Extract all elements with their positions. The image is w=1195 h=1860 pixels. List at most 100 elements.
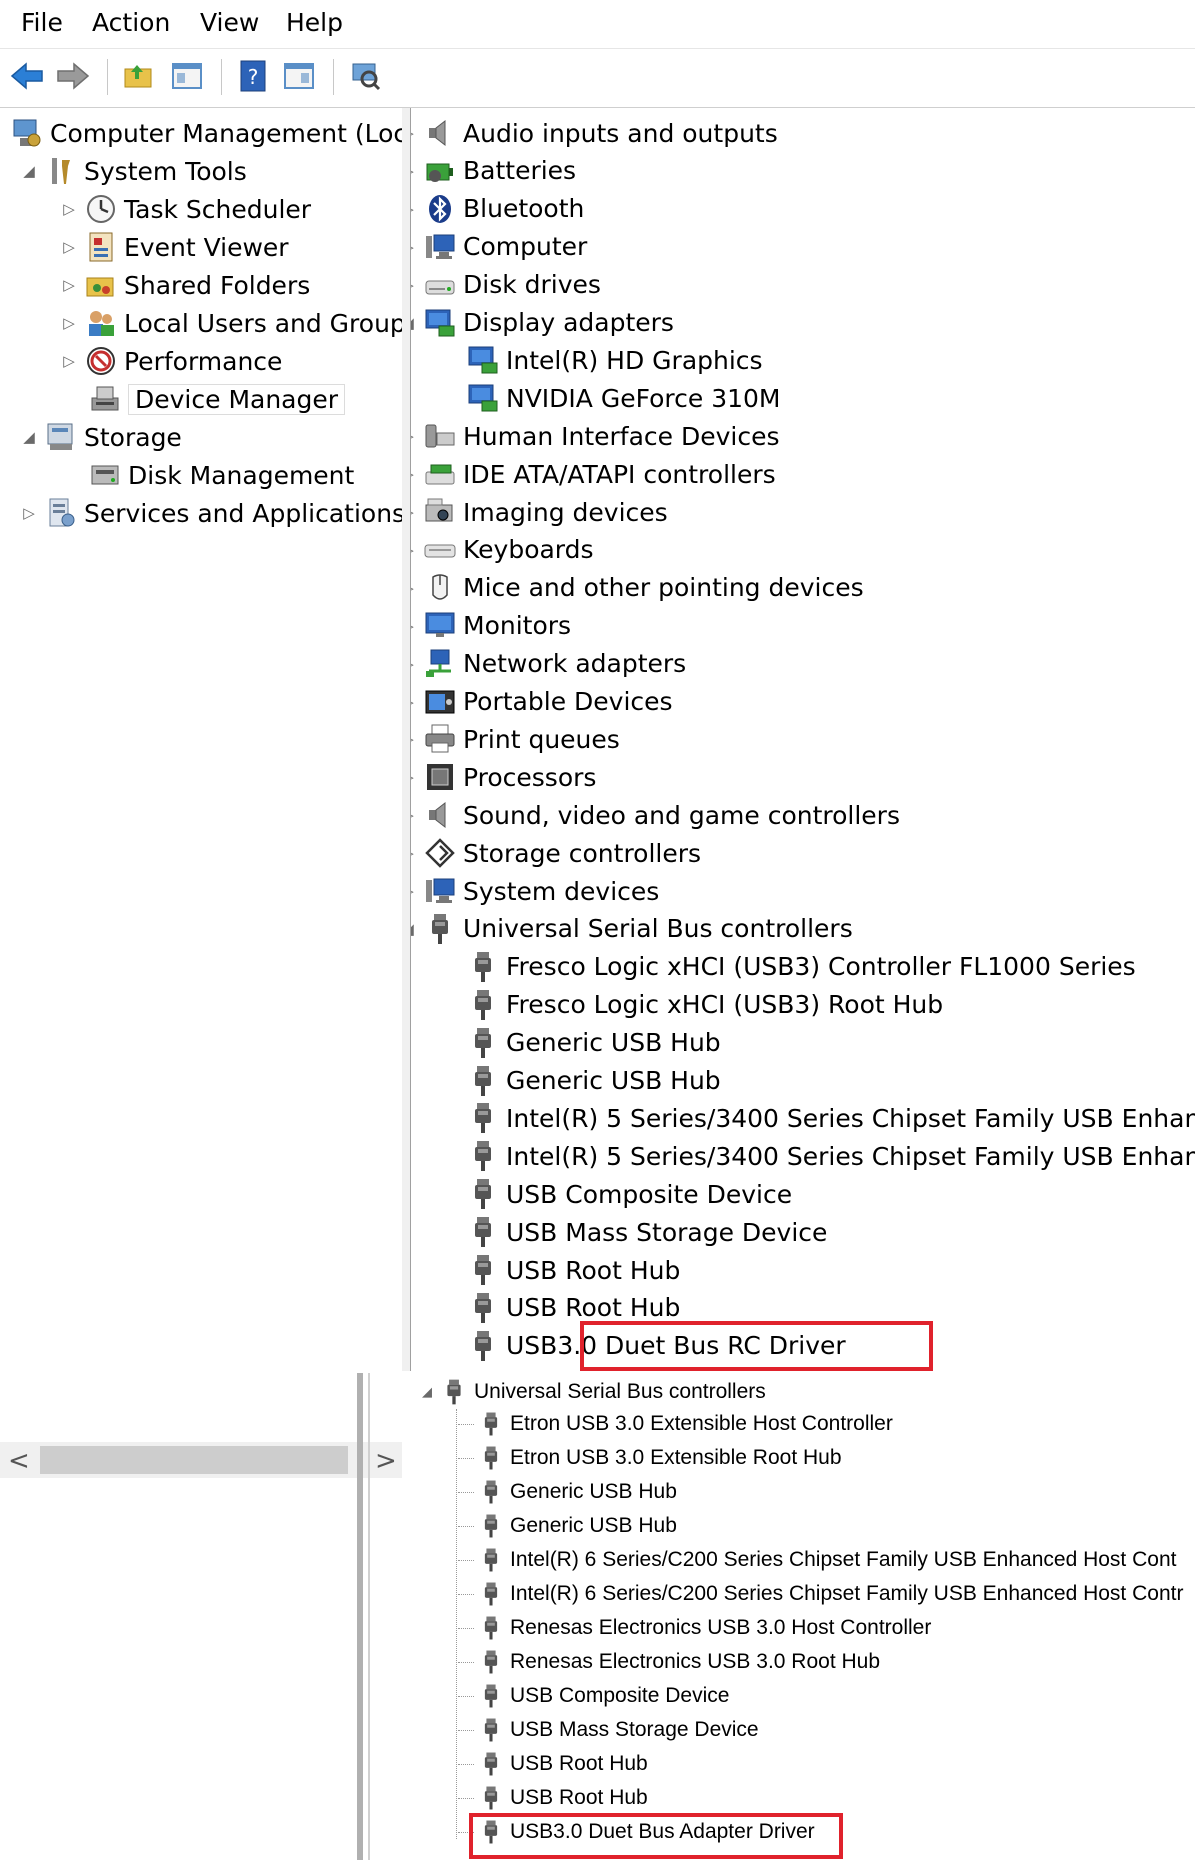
expand-arrow-icon[interactable]: ▷ — [411, 276, 419, 294]
expand-arrow-icon[interactable]: ▷ — [58, 238, 80, 256]
expand-arrow-icon[interactable]: ▷ — [411, 844, 419, 862]
expand-arrow-icon[interactable]: ▷ — [58, 276, 80, 294]
device-item-usb-mass-storage-device[interactable]: USB Mass Storage Device — [440, 1213, 827, 1251]
usb-device-item[interactable]: USB Root Hub — [458, 1781, 648, 1815]
tree-item-shared-folders[interactable]: ▷ Shared Folders — [58, 266, 310, 304]
device-item-audio-inputs-and-outputs[interactable]: ▷ Audio inputs and outputs — [411, 114, 778, 152]
expand-arrow-icon[interactable]: ▷ — [411, 427, 419, 445]
expand-arrow-icon[interactable]: ▷ — [411, 693, 419, 711]
expand-arrow-icon[interactable]: ▷ — [18, 504, 40, 522]
up-one-level-button[interactable] — [120, 57, 158, 95]
device-item-intel-r-hd-graphics[interactable]: Intel(R) HD Graphics — [440, 341, 763, 379]
tree-connector — [458, 1559, 474, 1561]
pane-splitter[interactable] — [402, 108, 411, 1371]
device-item-ide-ata-atapi-controllers[interactable]: ▷ IDE ATA/ATAPI controllers — [411, 455, 776, 493]
menu-view[interactable]: View — [200, 8, 259, 37]
device-item-generic-usb-hub[interactable]: Generic USB Hub — [440, 1062, 721, 1100]
tree-item-computer-management[interactable]: Computer Management (Local — [6, 114, 429, 152]
back-button[interactable] — [8, 57, 46, 95]
tree-item-services-applications[interactable]: ▷ Services and Applications — [18, 494, 405, 532]
scan-hardware-button[interactable] — [346, 57, 384, 95]
tree-item-local-users-groups[interactable]: ▷ Local Users and Groups — [58, 304, 419, 342]
forward-button[interactable] — [54, 57, 92, 95]
device-item-portable-devices[interactable]: ▷ Portable Devices — [411, 683, 673, 721]
collapse-arrow-icon[interactable]: ◢ — [18, 428, 40, 446]
device-item-mice-and-other-pointing-devices[interactable]: ▷ Mice and other pointing devices — [411, 569, 864, 607]
device-item-usb-root-hub[interactable]: USB Root Hub — [440, 1251, 680, 1289]
expand-arrow-icon[interactable]: ▷ — [411, 806, 419, 824]
usb-device-item[interactable]: Etron USB 3.0 Extensible Root Hub — [458, 1441, 842, 1475]
expand-arrow-icon[interactable]: ▷ — [411, 730, 419, 748]
expand-arrow-icon[interactable]: ▷ — [58, 314, 80, 332]
usb-device-item[interactable]: Intel(R) 6 Series/C200 Series Chipset Fa… — [458, 1543, 1176, 1577]
tree-item-task-scheduler[interactable]: ▷ Task Scheduler — [58, 190, 311, 228]
collapse-arrow-icon[interactable]: ◢ — [416, 1384, 438, 1400]
menu-action[interactable]: Action — [92, 8, 170, 37]
device-item-sound-video-and-game-controllers[interactable]: ▷ Sound, video and game controllers — [411, 796, 900, 834]
usb-device-item[interactable]: Intel(R) 6 Series/C200 Series Chipset Fa… — [458, 1577, 1183, 1611]
device-item-fresco-logic-xhci-usb3-controller-fl1000-series[interactable]: Fresco Logic xHCI (USB3) Controller FL10… — [440, 948, 1136, 986]
device-item-generic-usb-hub[interactable]: Generic USB Hub — [440, 1024, 721, 1062]
device-item-system-devices[interactable]: ▷ System devices — [411, 872, 659, 910]
device-item-network-adapters[interactable]: ▷ Network adapters — [411, 645, 686, 683]
help-button[interactable]: ? — [234, 57, 272, 95]
device-item-intel-r-5-series-3400-series-chipset-family-usb-enhanc[interactable]: Intel(R) 5 Series/3400 Series Chipset Fa… — [440, 1137, 1195, 1175]
usb-device-item[interactable]: USB Mass Storage Device — [458, 1713, 759, 1747]
tree-item-system-tools[interactable]: ◢ System Tools — [18, 152, 247, 190]
expand-arrow-icon[interactable]: ▷ — [411, 617, 419, 635]
device-item-human-interface-devices[interactable]: ▷ Human Interface Devices — [411, 417, 780, 455]
device-item-label: System devices — [463, 876, 660, 906]
expand-arrow-icon[interactable]: ▷ — [411, 503, 419, 521]
device-item-bluetooth[interactable]: ▷ Bluetooth — [411, 190, 584, 228]
expand-arrow-icon[interactable]: ▷ — [411, 200, 419, 218]
device-item-usb-composite-device[interactable]: USB Composite Device — [440, 1175, 792, 1213]
expand-arrow-icon[interactable]: ▷ — [58, 200, 80, 218]
usb-device-item[interactable]: USB Composite Device — [458, 1679, 729, 1713]
usb-device-item[interactable]: Generic USB Hub — [458, 1475, 677, 1509]
usb-device-item[interactable]: USB Root Hub — [458, 1747, 648, 1781]
expand-arrow-icon[interactable]: ▷ — [411, 238, 419, 256]
menu-help[interactable]: Help — [286, 8, 343, 37]
tree-item-event-viewer[interactable]: ▷ Event Viewer — [58, 228, 289, 266]
device-item-computer[interactable]: ▷ Computer — [411, 228, 587, 266]
hid-icon — [425, 424, 455, 448]
expand-arrow-icon[interactable]: ▷ — [411, 162, 419, 180]
expand-arrow-icon[interactable]: ▷ — [411, 655, 419, 673]
show-hide-action-pane-button[interactable] — [280, 57, 318, 95]
usb-device-item[interactable]: Renesas Electronics USB 3.0 Host Control… — [458, 1611, 931, 1645]
device-item-universal-serial-bus-controllers[interactable]: ◢ Universal Serial Bus controllers — [416, 1375, 766, 1409]
collapse-arrow-icon[interactable]: ◢ — [411, 920, 419, 938]
expand-arrow-icon[interactable]: ▷ — [411, 882, 419, 900]
expand-arrow-icon[interactable]: ▷ — [411, 768, 419, 786]
collapse-arrow-icon[interactable]: ◢ — [411, 314, 419, 332]
expand-arrow-icon[interactable]: ▷ — [411, 541, 419, 559]
expand-arrow-icon[interactable]: ▷ — [58, 352, 80, 370]
device-item-monitors[interactable]: ▷ Monitors — [411, 607, 571, 645]
usb-device-item[interactable]: Etron USB 3.0 Extensible Host Controller — [458, 1407, 893, 1441]
device-item-nvidia-geforce-310m[interactable]: NVIDIA GeForce 310M — [440, 379, 780, 417]
tree-item-device-manager[interactable]: Device Manager — [84, 380, 346, 418]
tree-item-disk-management[interactable]: Disk Management — [84, 456, 354, 494]
usb-icon — [475, 1255, 491, 1285]
usb-device-item[interactable]: Renesas Electronics USB 3.0 Root Hub — [458, 1645, 880, 1679]
device-item-keyboards[interactable]: ▷ Keyboards — [411, 531, 594, 569]
show-hide-console-tree-button[interactable] — [168, 57, 206, 95]
collapse-arrow-icon[interactable]: ◢ — [18, 162, 40, 180]
device-item-batteries[interactable]: ▷ Batteries — [411, 152, 576, 190]
expand-arrow-icon[interactable]: ▷ — [411, 465, 419, 483]
usb-device-item[interactable]: Generic USB Hub — [458, 1509, 677, 1543]
device-item-disk-drives[interactable]: ▷ Disk drives — [411, 266, 601, 304]
device-item-processors[interactable]: ▷ Processors — [411, 758, 596, 796]
menu-file[interactable]: File — [21, 8, 63, 37]
device-item-storage-controllers[interactable]: ▷ Storage controllers — [411, 834, 701, 872]
device-item-display-adapters[interactable]: ◢ Display adapters — [411, 304, 674, 342]
device-item-universal-serial-bus-controllers[interactable]: ◢ Universal Serial Bus controllers — [411, 910, 853, 948]
tree-item-performance[interactable]: ▷ Performance — [58, 342, 282, 380]
device-item-fresco-logic-xhci-usb3-root-hub[interactable]: Fresco Logic xHCI (USB3) Root Hub — [440, 986, 943, 1024]
device-item-print-queues[interactable]: ▷ Print queues — [411, 720, 620, 758]
expand-arrow-icon[interactable]: ▷ — [411, 124, 419, 142]
tree-item-storage[interactable]: ◢ Storage — [18, 418, 182, 456]
device-item-intel-r-5-series-3400-series-chipset-family-usb-enhanc[interactable]: Intel(R) 5 Series/3400 Series Chipset Fa… — [440, 1099, 1195, 1137]
expand-arrow-icon[interactable]: ▷ — [411, 579, 419, 597]
device-item-imaging-devices[interactable]: ▷ Imaging devices — [411, 493, 668, 531]
